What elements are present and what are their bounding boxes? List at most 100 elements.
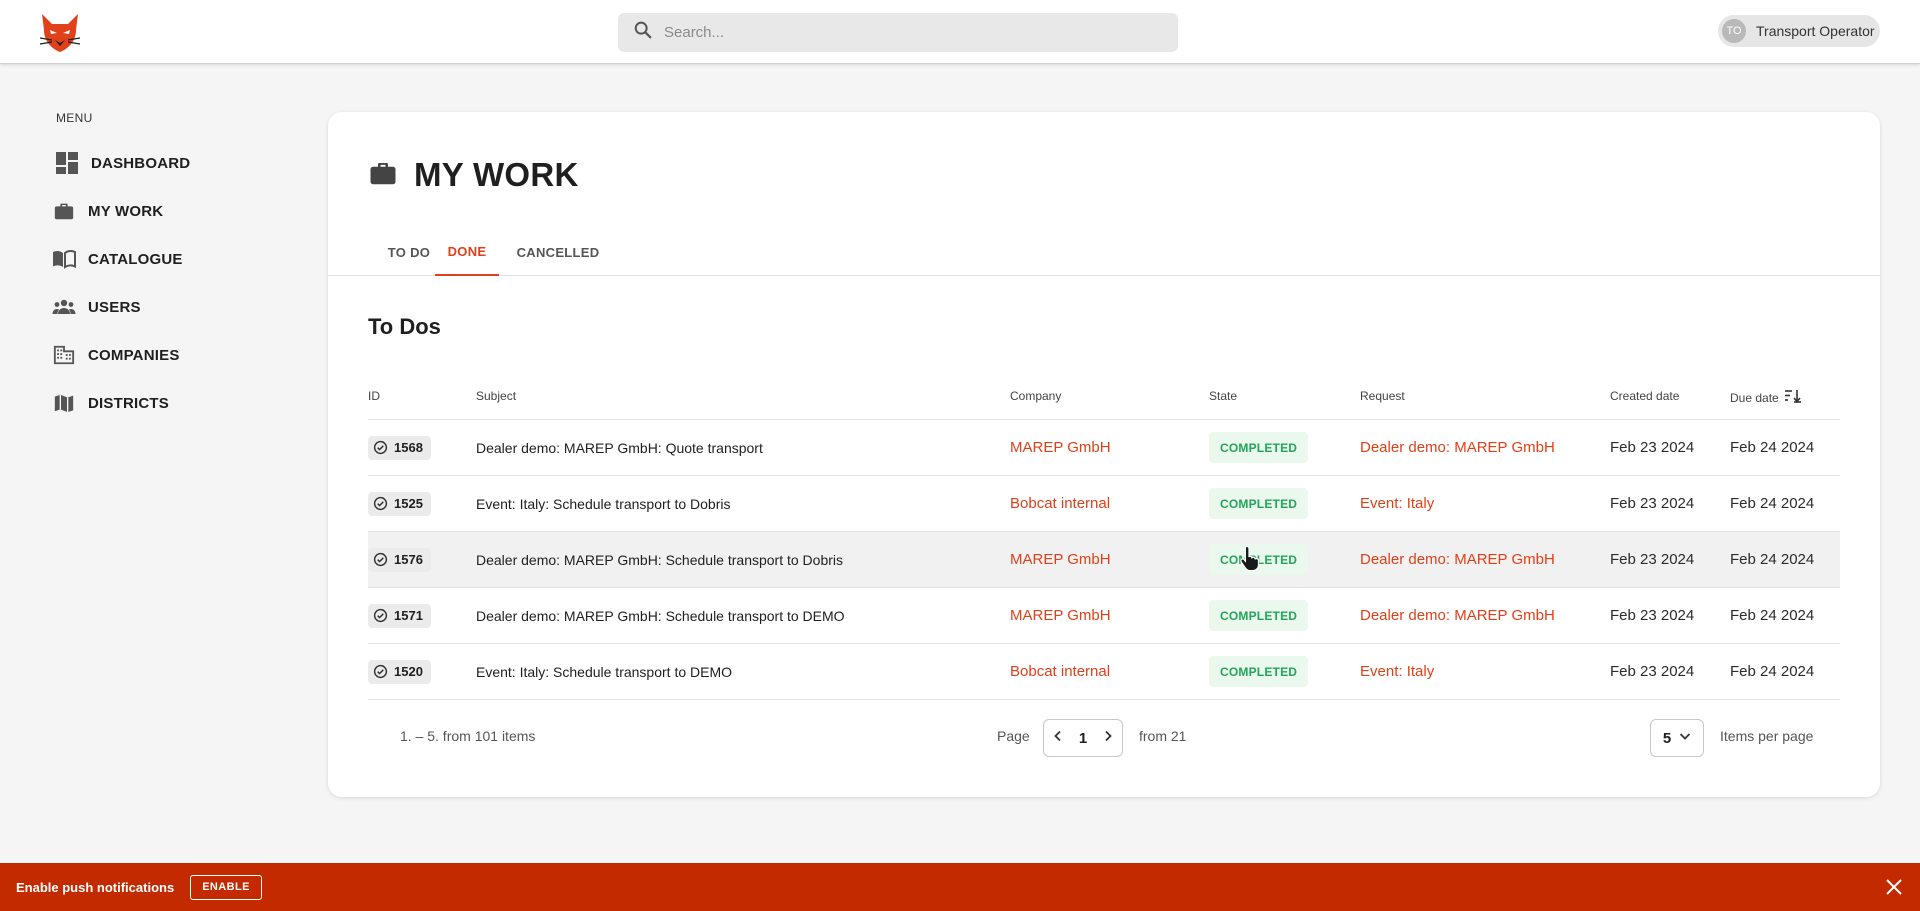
column-header-id[interactable]: ID — [368, 389, 380, 403]
table-row[interactable]: 1525 Event: Italy: Schedule transport to… — [368, 476, 1840, 532]
table-row[interactable]: 1568 Dealer demo: MAREP GmbH: Quote tran… — [368, 420, 1840, 476]
column-header-request[interactable]: Request — [1360, 389, 1405, 403]
column-header-created-date[interactable]: Created date — [1610, 389, 1679, 403]
task-id: 1576 — [394, 552, 423, 567]
created-date: Feb 23 2024 — [1610, 607, 1695, 624]
items-range-text: 1. – 5. from 101 items — [400, 728, 536, 744]
column-header-state[interactable]: State — [1209, 389, 1237, 403]
task-subject: Event: Italy: Schedule transport to Dobr… — [476, 495, 731, 512]
task-id-chip[interactable]: 1571 — [368, 603, 431, 628]
sort-descending-icon[interactable] — [1784, 389, 1802, 406]
user-menu-button[interactable]: TO Transport Operator — [1718, 15, 1880, 47]
task-id: 1568 — [394, 440, 423, 455]
task-subject: Dealer demo: MAREP GmbH: Schedule transp… — [476, 607, 845, 624]
page-title-text: MY WORK — [414, 156, 579, 193]
status-badge: COMPLETED — [1209, 488, 1309, 519]
task-id: 1525 — [394, 496, 423, 511]
table-row[interactable]: 1520 Event: Italy: Schedule transport to… — [368, 644, 1840, 700]
tab-cancelled[interactable]: CANCELLED — [506, 228, 610, 276]
users-icon — [52, 295, 76, 319]
check-circle-icon — [373, 664, 388, 679]
status-badge: COMPLETED — [1209, 432, 1309, 463]
created-date: Feb 23 2024 — [1610, 663, 1695, 680]
total-pages-text: from 21 — [1139, 728, 1187, 744]
banner-text: Enable push notifications — [16, 879, 175, 895]
sidebar-item-label: CATALOGUE — [88, 250, 183, 268]
sidebar-item-companies[interactable]: COMPANIES — [52, 340, 180, 370]
dashboard-icon — [55, 151, 79, 175]
task-id-chip[interactable]: 1576 — [368, 547, 431, 572]
page-label: Page — [997, 728, 1030, 744]
company-link[interactable]: MAREP GmbH — [1010, 420, 1111, 475]
sidebar-item-my-work[interactable]: MY WORK — [52, 196, 163, 226]
building-icon — [52, 343, 76, 367]
menu-title: MENU — [56, 111, 93, 125]
table-row[interactable]: 1576 Dealer demo: MAREP GmbH: Schedule t… — [368, 532, 1840, 588]
sidebar-item-label: DISTRICTS — [88, 394, 169, 412]
chevron-down-icon — [1679, 729, 1691, 747]
company-link[interactable]: MAREP GmbH — [1010, 588, 1111, 643]
task-subject: Event: Italy: Schedule transport to DEMO — [476, 663, 733, 680]
task-id-chip[interactable]: 1568 — [368, 435, 431, 460]
due-date: Feb 24 2024 — [1730, 495, 1815, 512]
items-per-page-label: Items per page — [1720, 728, 1814, 744]
chevron-right-icon[interactable] — [1102, 729, 1114, 747]
status-badge: COMPLETED — [1209, 600, 1309, 631]
due-date: Feb 24 2024 — [1730, 439, 1815, 456]
tab-done[interactable]: DONE — [435, 228, 499, 276]
search-icon — [632, 19, 654, 46]
map-icon — [52, 391, 76, 415]
main-card: MY WORK TO DO DONE CANCELLED To Dos ID S… — [328, 112, 1880, 797]
status-badge: COMPLETED — [1209, 544, 1309, 575]
current-page-number[interactable]: 1 — [1079, 730, 1087, 747]
task-id-chip[interactable]: 1525 — [368, 491, 431, 516]
table-row[interactable]: 1571 Dealer demo: MAREP GmbH: Schedule t… — [368, 588, 1840, 644]
avatar: TO — [1722, 19, 1746, 43]
created-date: Feb 23 2024 — [1610, 495, 1695, 512]
check-circle-icon — [373, 608, 388, 623]
sidebar-item-dashboard[interactable]: DASHBOARD — [55, 148, 190, 178]
task-id-chip[interactable]: 1520 — [368, 659, 431, 684]
column-header-subject[interactable]: Subject — [476, 389, 516, 403]
column-header-due-date[interactable]: Due date — [1730, 389, 1802, 406]
top-header: TO Transport Operator — [0, 0, 1920, 64]
created-date: Feb 23 2024 — [1610, 551, 1695, 568]
due-date: Feb 24 2024 — [1730, 663, 1815, 680]
user-name: Transport Operator — [1756, 23, 1875, 39]
request-link[interactable]: Dealer demo: MAREP GmbH — [1360, 420, 1555, 475]
book-icon — [52, 247, 76, 271]
push-notification-banner: Enable push notifications ENABLE — [0, 863, 1920, 911]
request-link[interactable]: Dealer demo: MAREP GmbH — [1360, 532, 1555, 587]
status-badge: COMPLETED — [1209, 656, 1309, 687]
company-link[interactable]: MAREP GmbH — [1010, 532, 1111, 587]
company-link[interactable]: Bobcat internal — [1010, 644, 1110, 699]
sidebar-item-users[interactable]: USERS — [52, 292, 141, 322]
request-link[interactable]: Event: Italy — [1360, 476, 1434, 531]
tab-bar: TO DO DONE CANCELLED — [328, 228, 1880, 276]
page-title: MY WORK — [368, 156, 579, 194]
section-title: To Dos — [368, 314, 441, 339]
items-per-page-select[interactable]: 5 — [1650, 719, 1704, 757]
enable-notifications-button[interactable]: ENABLE — [190, 874, 262, 900]
sidebar-item-label: MY WORK — [88, 202, 164, 220]
bobcat-logo[interactable] — [38, 12, 82, 54]
request-link[interactable]: Event: Italy — [1360, 644, 1434, 699]
company-link[interactable]: Bobcat internal — [1010, 476, 1110, 531]
check-circle-icon — [373, 552, 388, 567]
due-date-label: Due date — [1730, 390, 1779, 405]
tab-to-do[interactable]: TO DO — [376, 228, 442, 276]
page-selector: 1 — [1043, 719, 1123, 757]
task-id: 1571 — [394, 608, 423, 623]
sidebar-item-districts[interactable]: DISTRICTS — [52, 388, 169, 418]
column-header-company[interactable]: Company — [1010, 389, 1061, 403]
chevron-left-icon[interactable] — [1052, 729, 1064, 747]
search-input[interactable] — [664, 24, 1144, 41]
search-bar[interactable] — [618, 13, 1178, 52]
close-icon[interactable] — [1884, 877, 1904, 897]
sidebar-item-catalogue[interactable]: CATALOGUE — [52, 244, 183, 274]
briefcase-icon — [52, 199, 76, 223]
due-date: Feb 24 2024 — [1730, 551, 1815, 568]
request-link[interactable]: Dealer demo: MAREP GmbH — [1360, 588, 1555, 643]
sidebar-item-label: DASHBOARD — [91, 154, 191, 172]
briefcase-icon — [368, 158, 398, 193]
